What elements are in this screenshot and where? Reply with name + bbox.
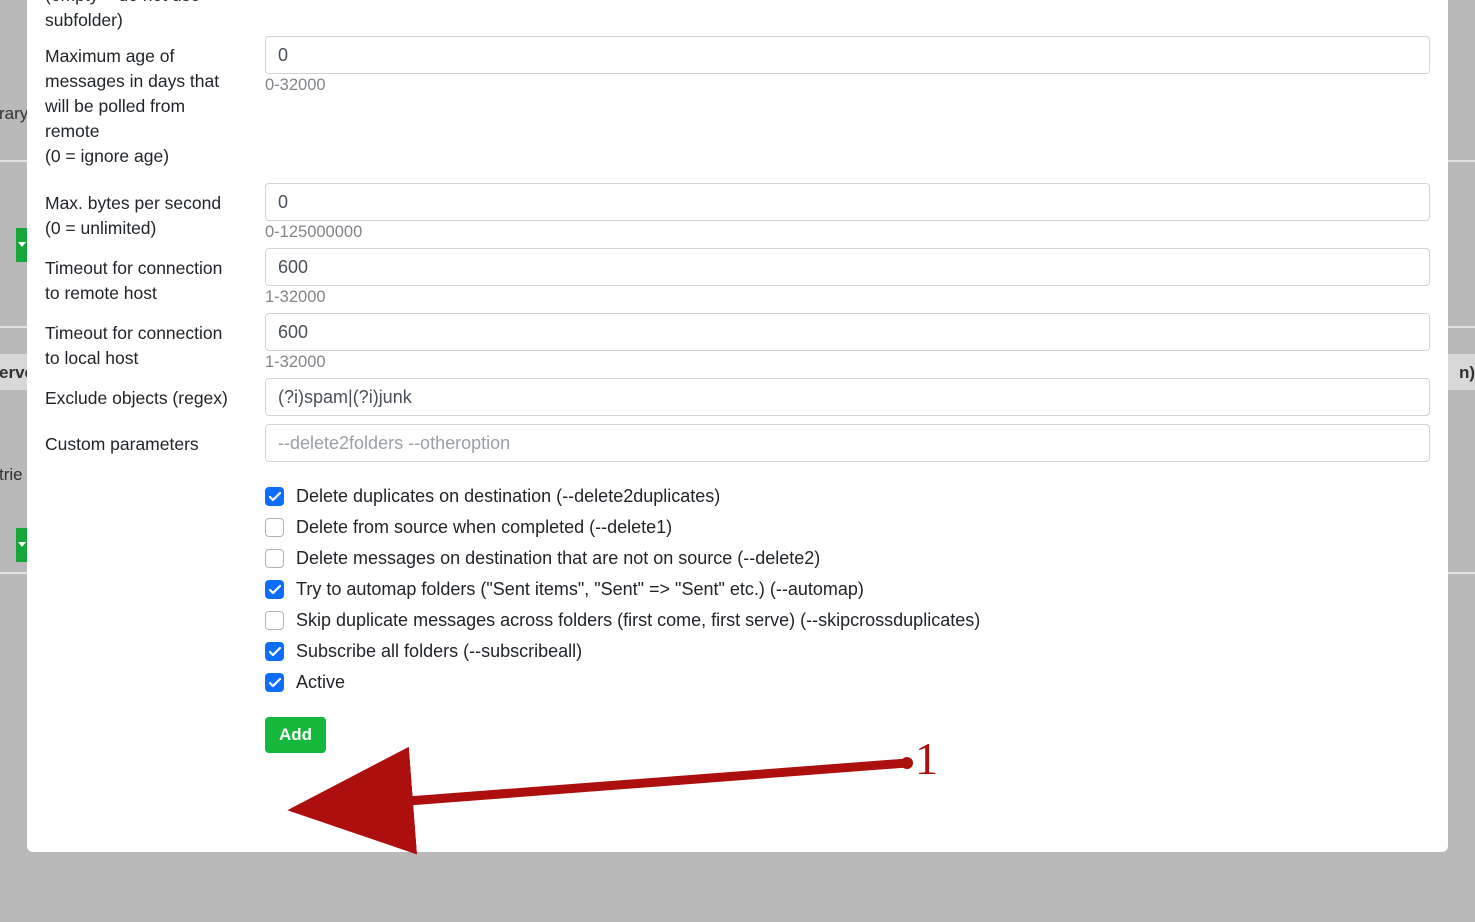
check-delete2duplicates[interactable]: Delete duplicates on destination (--dele… [265,486,1430,507]
check-label: Delete messages on destination that are … [296,548,820,569]
check-automap[interactable]: Try to automap folders ("Sent items", "S… [265,579,1430,600]
timeout-local-input[interactable] [265,313,1430,351]
max-bps-hint: 0-125000000 [265,223,1430,242]
checkbox-icon [265,580,284,599]
checkbox-icon [265,549,284,568]
check-label: Try to automap folders ("Sent items", "S… [296,579,864,600]
max-age-hint: 0-32000 [265,76,1430,95]
checkbox-icon [265,642,284,661]
check-delete2[interactable]: Delete messages on destination that are … [265,548,1430,569]
bg-text-fragment: trie [0,465,23,485]
label-line: (0 = ignore age) [45,144,265,169]
label-line: Timeout for connection [45,256,265,281]
max-bps-label: Max. bytes per second (0 = unlimited) [45,183,265,241]
label-line: (0 = unlimited) [45,216,265,241]
label-line: Timeout for connection [45,321,265,346]
label-line: messages in days that [45,69,265,94]
check-label: Delete duplicates on destination (--dele… [296,486,720,507]
checkbox-icon [265,487,284,506]
settings-modal: destination (empty = do not use subfolde… [27,0,1448,852]
exclude-input[interactable] [265,378,1430,416]
max-age-label: Maximum age of messages in days that wil… [45,36,265,169]
label-line: Max. bytes per second [45,191,265,216]
check-subscribeall[interactable]: Subscribe all folders (--subscribeall) [265,641,1430,662]
check-label: Delete from source when completed (--del… [296,517,672,538]
label-line: (empty = do not use [45,0,265,8]
timeout-remote-label: Timeout for connection to remote host [45,248,265,306]
check-delete1[interactable]: Delete from source when completed (--del… [265,517,1430,538]
check-label: Subscribe all folders (--subscribeall) [296,641,582,662]
label-line: Maximum age of [45,44,265,69]
label-line: remote [45,119,265,144]
bg-text-fragment: rary [0,104,28,124]
max-bps-input[interactable] [265,183,1430,221]
timeout-remote-input[interactable] [265,248,1430,286]
check-skipcrossduplicates[interactable]: Skip duplicate messages across folders (… [265,610,1430,631]
max-age-input[interactable] [265,36,1430,74]
bg-text-fragment: n) [1459,363,1475,383]
check-label: Active [296,672,345,693]
timeout-local-hint: 1-32000 [265,353,1430,372]
label-line: to local host [45,346,265,371]
label-line: will be polled from [45,94,265,119]
timeout-local-label: Timeout for connection to local host [45,313,265,371]
annotation-number: 1 [915,732,938,785]
custom-params-input[interactable] [265,424,1430,462]
timeout-remote-hint: 1-32000 [265,288,1430,307]
label-line: subfolder) [45,8,265,33]
check-label: Skip duplicate messages across folders (… [296,610,980,631]
checkbox-icon [265,673,284,692]
custom-params-label: Custom parameters [45,424,265,457]
label-line: to remote host [45,281,265,306]
check-active[interactable]: Active [265,672,1430,693]
add-button[interactable]: Add [265,717,326,753]
checkbox-icon [265,611,284,630]
subfolder-label: destination (empty = do not use subfolde… [45,0,265,33]
checkbox-icon [265,518,284,537]
exclude-label: Exclude objects (regex) [45,378,265,411]
